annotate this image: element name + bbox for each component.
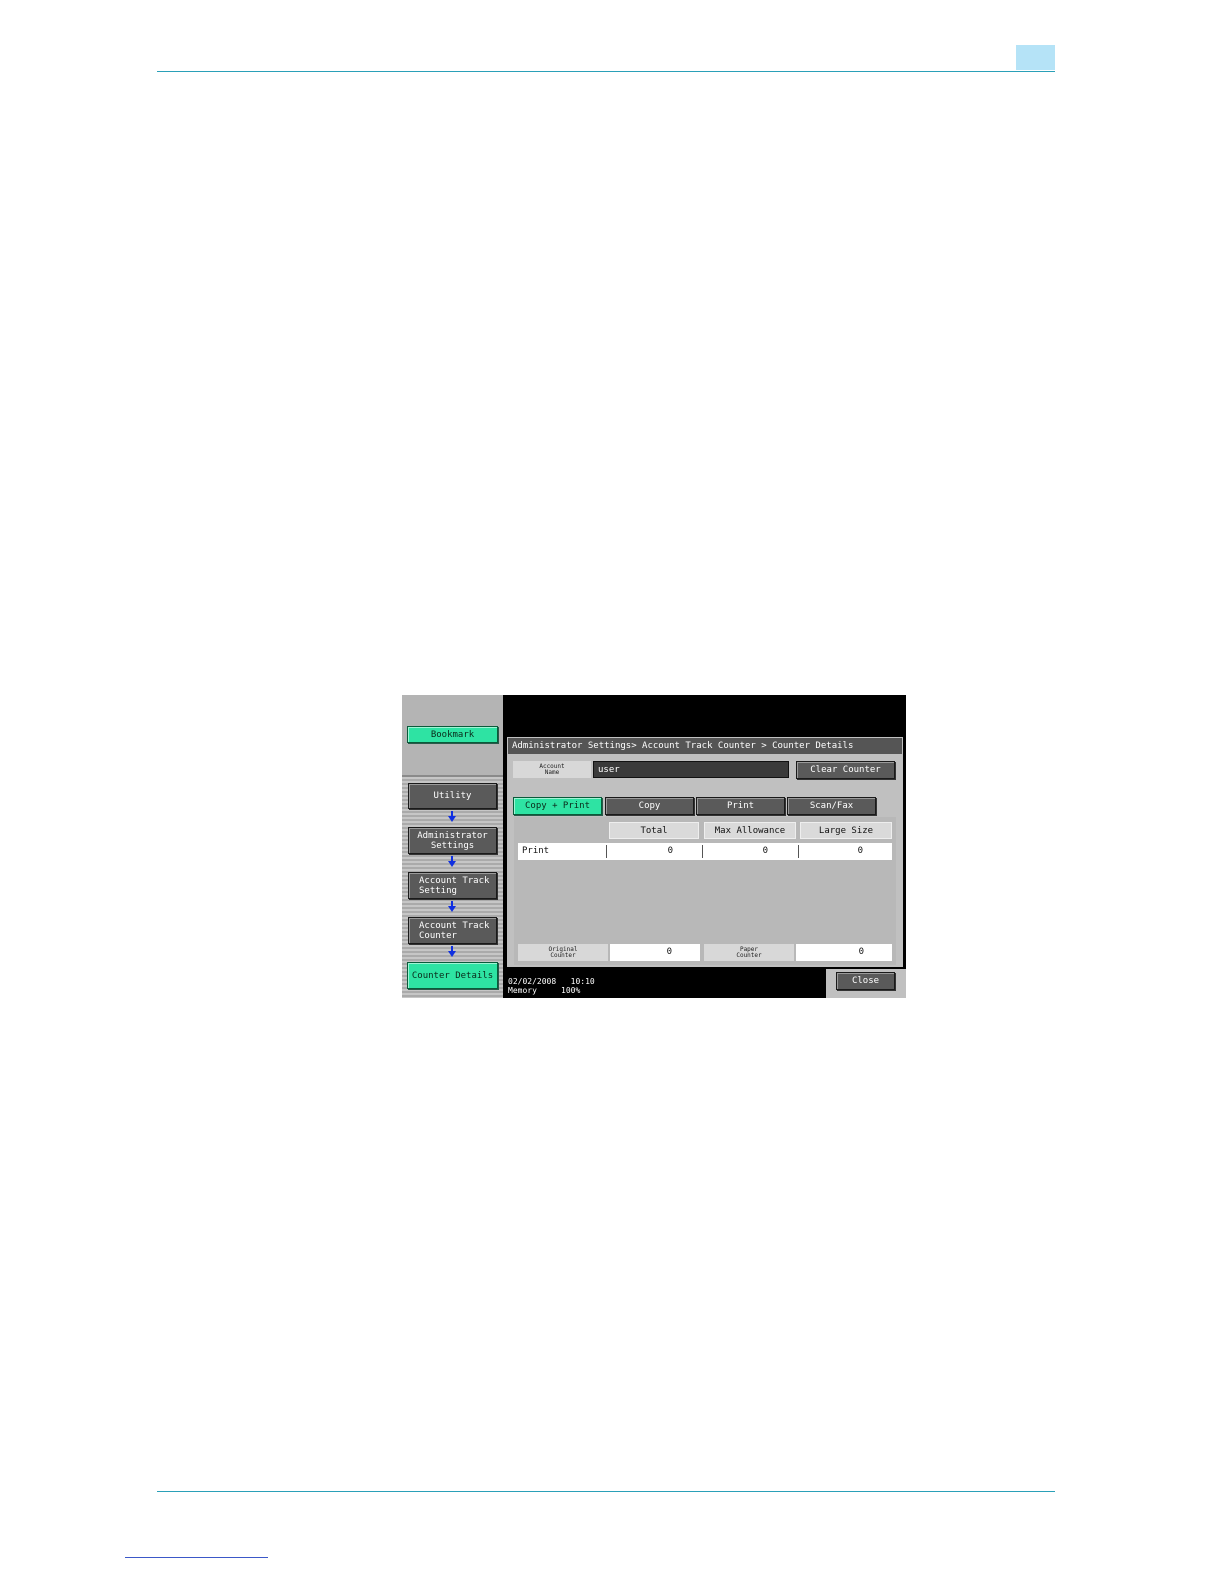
bookmark-button[interactable]: Bookmark (407, 726, 498, 743)
row-label-print: Print (522, 846, 550, 856)
status-bar: 02/02/2008 10:10 Memory 100% (508, 977, 595, 995)
account-track-setting-button[interactable]: Account Track Setting (408, 872, 497, 899)
column-header-large-size: Large Size (800, 822, 892, 839)
paper-counter-label: Paper Counter (704, 944, 794, 961)
cell-total: 0 (667, 846, 673, 856)
header-rule (157, 71, 1055, 72)
close-button[interactable]: Close (836, 972, 895, 990)
footer-link-underline (125, 1557, 268, 1558)
sidebar: Bookmark Utility Administrator Settings … (402, 695, 503, 998)
administrator-settings-button[interactable]: Administrator Settings (408, 827, 497, 854)
column-header-max-allowance: Max Allowance (704, 822, 796, 839)
original-counter-value: 0 (610, 944, 700, 961)
paper-counter-value: 0 (796, 944, 892, 961)
arrow-down-icon (448, 946, 456, 957)
utility-button[interactable]: Utility (408, 783, 497, 809)
tab-scan-fax[interactable]: Scan/Fax (787, 797, 876, 815)
original-counter-label: Original Counter (518, 944, 608, 961)
counter-details-button[interactable]: Counter Details (407, 962, 498, 989)
footer-rule (157, 1491, 1055, 1492)
status-time: 10:10 (570, 977, 595, 986)
account-track-counter-button[interactable]: Account Track Counter (408, 917, 497, 944)
control-panel-screen: Bookmark Utility Administrator Settings … (402, 695, 906, 998)
account-name-field: user (593, 761, 789, 778)
arrow-down-icon (448, 901, 456, 912)
cell-divider (702, 845, 703, 858)
column-header-total: Total (609, 822, 699, 839)
tab-print[interactable]: Print (696, 797, 785, 815)
tab-copy[interactable]: Copy (605, 797, 694, 815)
arrow-down-icon (448, 811, 456, 822)
cell-divider (606, 845, 607, 858)
cell-max-allowance: 0 (762, 846, 768, 856)
breadcrumb: Administrator Settings> Account Track Co… (508, 738, 902, 754)
cell-large-size: 0 (857, 846, 863, 856)
memory-value: 100% (561, 986, 581, 995)
cell-divider (798, 845, 799, 858)
page-corner-tab (1016, 45, 1055, 70)
tab-copy-print[interactable]: Copy + Print (513, 797, 602, 815)
status-date: 02/02/2008 (508, 977, 557, 986)
arrow-down-icon (448, 856, 456, 867)
clear-counter-button[interactable]: Clear Counter (796, 761, 895, 779)
account-name-label: Account Name (513, 761, 591, 778)
memory-label: Memory (508, 986, 537, 995)
